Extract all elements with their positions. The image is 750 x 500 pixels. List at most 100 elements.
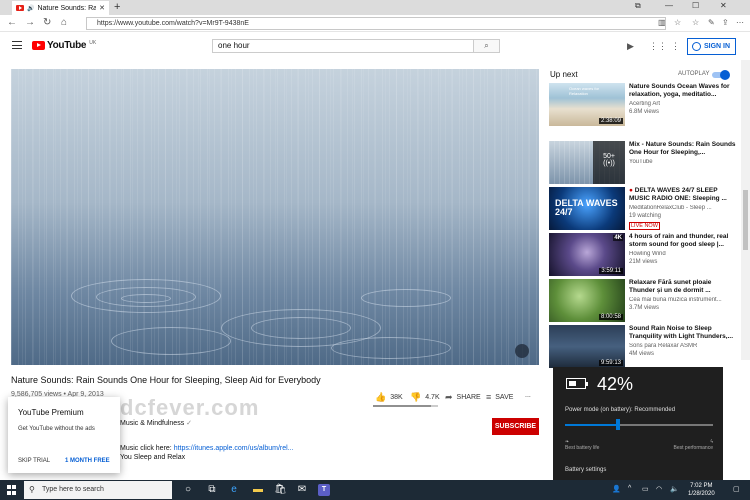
reading-view-icon[interactable]: ▥ (658, 18, 666, 27)
recommended-video[interactable]: 9:59:13 Sound Rain Noise to Sleep Tranqu… (549, 325, 739, 369)
skip-trial-button[interactable]: SKIP TRIAL (18, 458, 50, 464)
search-button[interactable]: ⌕ (474, 39, 500, 53)
video-thumbnail: 50+ ((•)) (549, 141, 625, 184)
view-count: 6.8M views (629, 109, 660, 115)
more-icon[interactable]: ⋯ (736, 18, 744, 27)
recommended-live-video[interactable]: DELTA WAVES 24/7 ● DELTA WAVES 24/7 SLEE… (549, 187, 739, 231)
favorites-list-icon[interactable]: ☆ (692, 18, 699, 27)
dislike-button[interactable]: 👎 4.7K (410, 392, 440, 403)
best-performance-label: ϟ Best performance (674, 439, 713, 451)
url-field[interactable]: https://www.youtube.com/watch?v=Mr9T-943… (86, 17, 666, 30)
video-player[interactable] (11, 69, 539, 365)
task-view-icon[interactable]: ⧉ (206, 484, 218, 496)
description-line-1: Music click here: https://itunes.apple.c… (120, 445, 294, 452)
browser-tab[interactable]: 🔊 Nature Sounds: Rai ✕ (12, 1, 109, 15)
best-battery-life-text: Best battery life (565, 445, 600, 451)
taskbar-clock[interactable]: 7:02 PM 1/28/2020 (688, 482, 715, 498)
cortana-icon[interactable]: ○ (182, 484, 194, 496)
user-icon[interactable]: 👤 (612, 485, 621, 493)
video-duration: 8:00:58 (598, 314, 623, 320)
page-scrollbar[interactable] (741, 60, 750, 360)
search-icon: ⚲ (29, 485, 35, 494)
scrollbar-thumb[interactable] (743, 190, 748, 250)
taskbar-search-input[interactable]: ⚲ Type here to search (24, 481, 172, 499)
thumbs-up-icon: 👍 (375, 392, 387, 402)
save-button[interactable]: ≡ SAVE (486, 392, 513, 402)
share-button[interactable]: ➦ SHARE (445, 392, 481, 403)
premium-title: YouTube Premium (18, 408, 84, 417)
youtube-play-icon (32, 41, 45, 50)
power-mode-slider[interactable] (565, 424, 713, 426)
back-icon[interactable]: ← (7, 17, 17, 28)
battery-icon (566, 378, 588, 389)
close-tab-icon[interactable]: ✕ (99, 4, 105, 12)
recommended-video[interactable]: 8:00:58 Relaxare Fără sunet ploaie Thund… (549, 279, 739, 323)
refresh-icon[interactable]: ↻ (43, 17, 51, 28)
search-input[interactable]: one hour (212, 39, 474, 53)
share-icon[interactable]: ⇪ (722, 18, 729, 27)
notifications-icon[interactable]: ▢ (733, 485, 740, 493)
maximize-icon[interactable]: ☐ (692, 1, 699, 10)
mix-radio-icon: ((•)) (603, 160, 615, 167)
power-mode-slider-thumb[interactable] (616, 419, 621, 430)
youtube-logo[interactable]: YouTube UK (32, 40, 96, 51)
recommended-mix[interactable]: 50+ ((•)) Mix - Nature Sounds: Rain Soun… (549, 141, 739, 185)
menu-icon[interactable] (12, 41, 22, 49)
store-icon[interactable]: 🛍 (274, 484, 287, 496)
video-title: Mix - Nature Sounds: Rain Sounds One Hou… (629, 141, 736, 156)
browser-tab-title: Nature Sounds: Rai (37, 4, 97, 12)
recommended-video[interactable]: Ocean waves for Relaxation 2:38:09 Natur… (549, 83, 739, 127)
video-duration: 2:38:09 (598, 118, 623, 124)
pen-icon[interactable]: ✎ (708, 18, 715, 27)
network-icon[interactable]: ◠ (656, 485, 662, 493)
home-icon[interactable]: ⌂ (61, 17, 67, 28)
minimize-icon[interactable]: — (665, 1, 673, 10)
battery-settings-link[interactable]: Battery settings (565, 467, 606, 473)
view-count: 3.7M views (629, 305, 660, 311)
channel-name: Cea mai bună muzică instrument... (629, 297, 722, 303)
apps-icon[interactable]: ⋮⋮ (649, 41, 667, 52)
mix-count: 50+ (603, 153, 615, 160)
power-mode-label: Power mode (on battery): Recommended (565, 407, 676, 413)
show-hidden-icons-icon[interactable]: ^ (628, 485, 631, 492)
settings-dots-icon[interactable]: ⋮ (671, 41, 680, 52)
month-free-button[interactable]: 1 MONTH FREE (65, 458, 110, 464)
rain-ripple (331, 337, 451, 359)
miniplayer-icon[interactable] (515, 344, 529, 358)
mail-icon[interactable]: ✉ (296, 484, 308, 496)
teams-icon[interactable]: T (318, 484, 330, 496)
windows-start-icon[interactable] (7, 485, 17, 495)
speaker-icon[interactable]: 🔊 (27, 5, 34, 12)
volume-icon[interactable]: 🔈 (670, 485, 679, 493)
battery-tray-icon[interactable]: ▭ (642, 485, 649, 493)
create-video-icon[interactable]: ▶ (627, 41, 634, 52)
new-tab-icon[interactable]: + (114, 1, 120, 13)
recommended-video[interactable]: 4K 3:59:11 4 hours of rain and thunder, … (549, 233, 739, 277)
view-count: 21M views (629, 259, 658, 265)
autoplay-toggle[interactable] (712, 70, 730, 80)
channel-name: Howling Wind (629, 251, 666, 257)
tab-actions-icon[interactable]: ⧉ (635, 1, 641, 11)
autoplay-label: AUTOPLAY (678, 71, 710, 77)
description-link[interactable]: https://itunes.apple.com/us/album/rel... (174, 445, 294, 452)
video-thumbnail: 9:59:13 (549, 325, 625, 368)
address-bar: ← → ↻ ⌂ https://www.youtube.com/watch?v=… (0, 15, 750, 32)
close-window-icon[interactable]: ✕ (720, 1, 727, 10)
share-label: SHARE (456, 394, 481, 401)
forward-icon[interactable]: → (25, 17, 35, 28)
like-button[interactable]: 👍 38K (375, 392, 403, 403)
clock-time: 7:02 PM (690, 483, 713, 489)
browser-tab-strip: 🔊 Nature Sounds: Rai ✕ + ⧉ — ☐ ✕ (0, 0, 750, 15)
thumbs-down-icon: 👎 (410, 392, 422, 402)
watermark: dcfever.com (120, 395, 260, 420)
file-explorer-icon[interactable]: ▬ (252, 484, 264, 496)
video-title: 4 hours of rain and thunder, real storm … (629, 233, 729, 248)
battery-flyout: 42% Power mode (on battery): Recommended… (553, 367, 723, 480)
favorite-star-icon[interactable]: ☆ (674, 18, 681, 27)
subscribe-button[interactable]: SUBSCRIBE (492, 418, 539, 435)
video-thumbnail: 8:00:58 (549, 279, 625, 322)
edge-browser-icon[interactable]: e (228, 484, 240, 496)
youtube-favicon-icon (16, 5, 24, 11)
sign-in-button[interactable]: SIGN IN (687, 38, 736, 55)
more-actions-button[interactable]: ... (525, 392, 531, 399)
